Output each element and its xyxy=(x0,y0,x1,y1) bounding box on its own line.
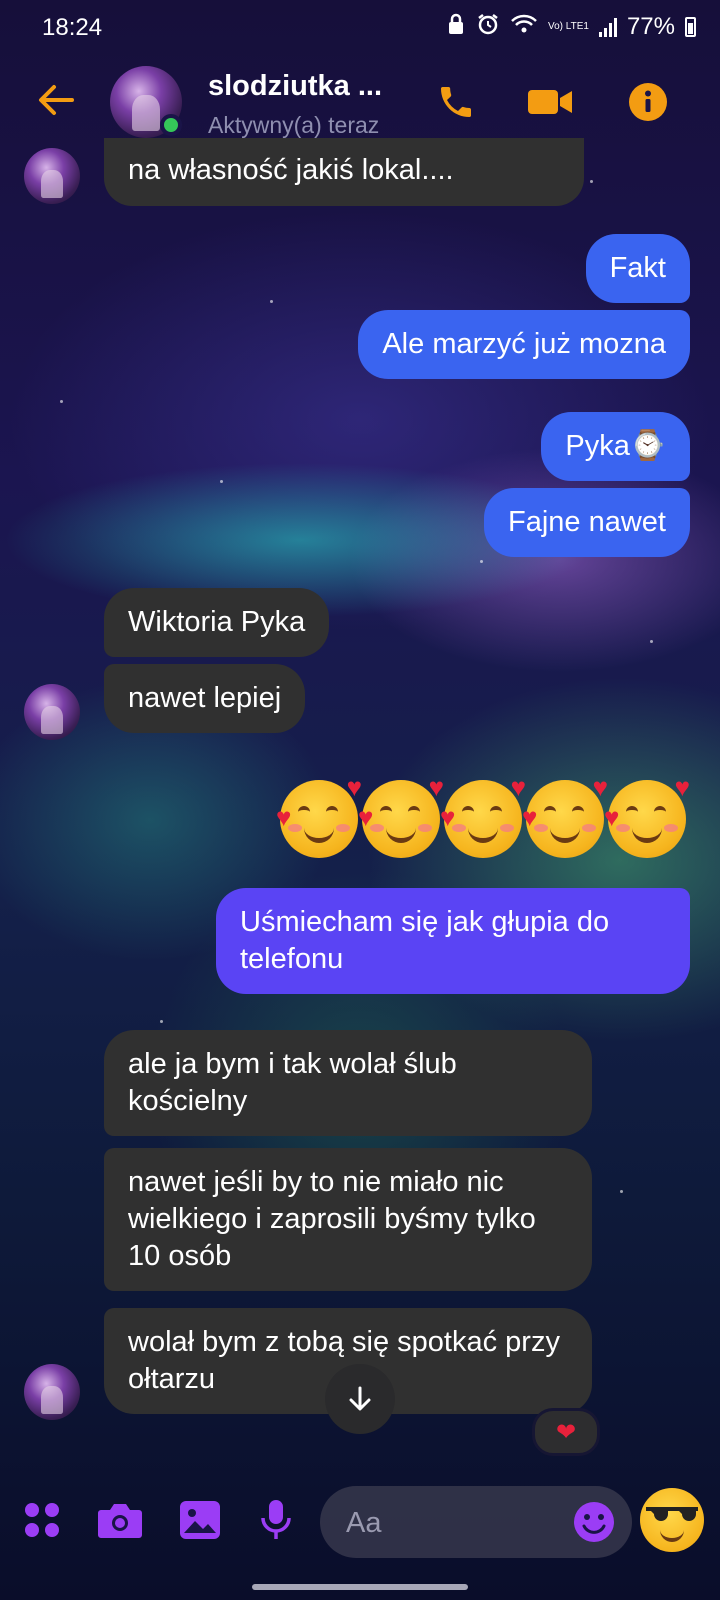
scroll-to-bottom-button[interactable] xyxy=(325,1364,395,1434)
star xyxy=(160,1020,163,1023)
home-indicator[interactable] xyxy=(252,1584,468,1590)
phone-icon[interactable] xyxy=(432,78,480,126)
star xyxy=(590,180,593,183)
chat-header: slodziutka ... Aktywny(a) teraz xyxy=(0,58,720,148)
network-label: Vo) LTE1 xyxy=(548,21,589,32)
emoji-icon[interactable] xyxy=(572,1500,616,1544)
message-incoming[interactable]: na własność jakiś lokal.... xyxy=(104,138,584,206)
message-incoming[interactable]: nawet jeśli by to nie miało nic wielkieg… xyxy=(104,1148,592,1291)
status-bar: 18:24 Vo) LTE1 77% xyxy=(0,0,720,56)
star xyxy=(270,300,273,303)
star xyxy=(60,400,63,403)
message-outgoing[interactable]: Fakt xyxy=(585,234,690,303)
star xyxy=(620,1190,623,1193)
gallery-icon[interactable] xyxy=(172,1492,228,1548)
contact-name[interactable]: slodziutka ... xyxy=(208,70,382,103)
apps-grid-icon[interactable] xyxy=(14,1492,70,1548)
lock-icon xyxy=(446,13,466,41)
arrow-down-icon xyxy=(349,1386,371,1411)
battery-icon xyxy=(685,17,696,37)
message-outgoing[interactable]: Fajne nawet xyxy=(484,488,690,557)
message-incoming[interactable]: ale ja bym i tak wolał ślub kościelny xyxy=(104,1030,592,1136)
star xyxy=(650,640,653,643)
contact-status: Aktywny(a) teraz xyxy=(208,112,380,138)
smiling-face-with-hearts-icon xyxy=(522,772,608,858)
sender-avatar[interactable] xyxy=(24,684,80,740)
emoji-message[interactable] xyxy=(276,772,690,858)
composer xyxy=(0,1482,720,1562)
sender-avatar[interactable] xyxy=(24,148,80,204)
cool-emoji-icon[interactable] xyxy=(640,1488,704,1552)
sender-avatar[interactable] xyxy=(24,1364,80,1420)
online-indicator xyxy=(160,114,182,136)
message-outgoing[interactable]: Ale marzyć już mozna xyxy=(358,310,690,379)
battery-percent: 77% xyxy=(626,13,675,40)
smiling-face-with-hearts-icon xyxy=(276,772,362,858)
message-incoming[interactable]: Wiktoria Pyka xyxy=(104,588,330,657)
message-input[interactable] xyxy=(344,1500,548,1546)
info-icon[interactable] xyxy=(624,78,672,126)
video-icon[interactable] xyxy=(526,78,574,126)
message-outgoing[interactable]: Pyka⌚ xyxy=(541,412,690,481)
microphone-icon[interactable] xyxy=(248,1492,304,1548)
message-input-container[interactable] xyxy=(320,1486,632,1558)
smiling-face-with-hearts-icon xyxy=(604,772,690,858)
star xyxy=(480,560,483,563)
message-incoming[interactable]: nawet lepiej xyxy=(104,664,306,733)
heart-reaction[interactable]: ❤ xyxy=(532,1408,600,1456)
back-arrow-icon[interactable] xyxy=(34,78,78,122)
smiling-face-with-hearts-icon xyxy=(440,772,526,858)
status-time: 18:24 xyxy=(42,14,103,41)
wifi-icon xyxy=(510,13,538,41)
camera-icon[interactable] xyxy=(92,1492,148,1548)
star xyxy=(220,480,223,483)
smiling-face-with-hearts-icon xyxy=(358,772,444,858)
message-outgoing[interactable]: Uśmiecham się jak głupia do telefonu xyxy=(216,888,690,994)
signal-icon xyxy=(598,17,617,37)
alarm-icon xyxy=(476,12,500,42)
